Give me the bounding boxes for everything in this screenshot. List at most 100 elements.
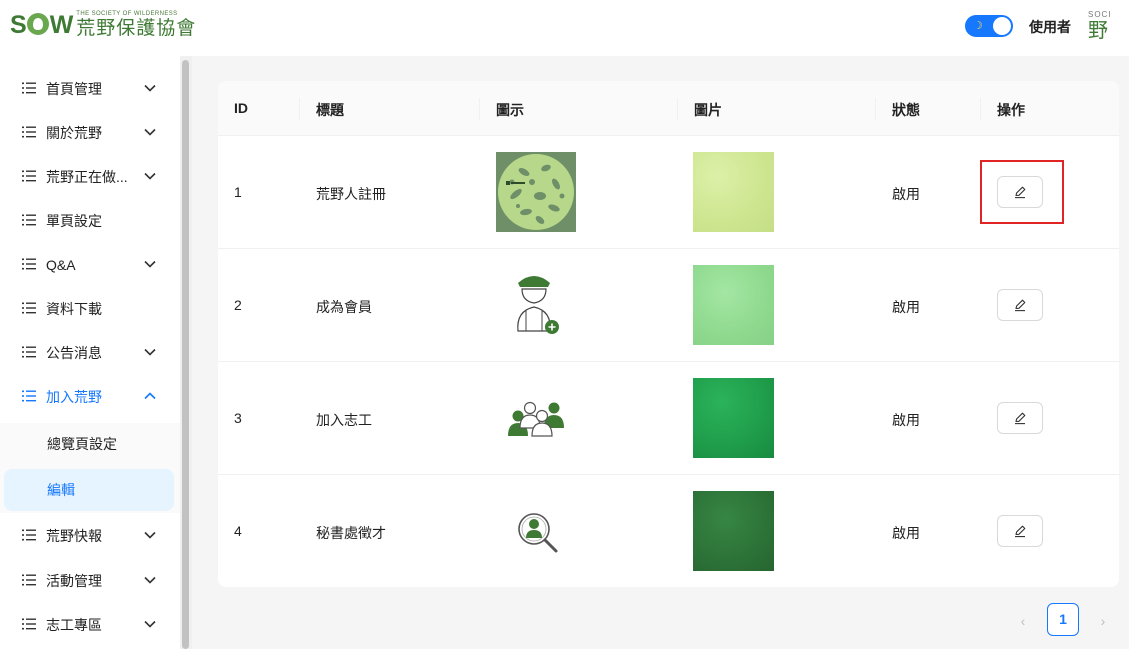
chevron-up-icon [144, 392, 156, 400]
highlight-box [980, 160, 1064, 224]
column-header-picture: 圖片 [694, 102, 722, 118]
column-header-id: ID [234, 100, 248, 116]
sidebar-item-label: 資料下載 [46, 301, 102, 317]
row-picture [693, 152, 774, 232]
row-status: 啟用 [892, 299, 920, 315]
sidebar-item-qa[interactable]: Q&A [0, 243, 180, 287]
sidebar-item-newsletter[interactable]: 荒野快報 [0, 514, 180, 558]
chevron-down-icon [144, 260, 156, 268]
row-picture [693, 378, 774, 458]
chevron-down-icon [144, 531, 156, 539]
column-divider [980, 98, 981, 120]
sidebar-scrollbar-thumb[interactable] [182, 60, 189, 649]
table-row: 1 荒野人註冊 啟用 [218, 136, 1119, 249]
chevron-down-icon [144, 84, 156, 92]
submenu-item-label: 總覽頁設定 [47, 436, 117, 452]
pagination-prev-button[interactable]: ‹ [1013, 609, 1033, 633]
chevron-down-icon [144, 128, 156, 136]
list-icon [22, 574, 36, 586]
table-header: ID 標題 圖示 圖片 狀態 操作 [218, 81, 1119, 136]
submenu-item-edit[interactable]: 編輯 [4, 469, 174, 511]
moon-icon: ☽ [973, 20, 983, 32]
column-divider [677, 98, 678, 120]
sidebar-item-label: 志工專區 [46, 617, 102, 633]
sidebar-item-downloads[interactable]: 資料下載 [0, 287, 180, 331]
sidebar-item-label: 公告消息 [46, 345, 102, 361]
sidebar-item-doing[interactable]: 荒野正在做... [0, 155, 180, 199]
sidebar-item-join[interactable]: 加入荒野 [0, 375, 180, 419]
list-icon [22, 346, 36, 358]
sidebar-item-about[interactable]: 關於荒野 [0, 111, 180, 155]
top-header: SW THE SOCIETY OF WILDERNESS 荒野保護協會 ☽ 使用… [0, 0, 1129, 56]
column-header-icon: 圖示 [496, 102, 524, 118]
sidebar-item-announcements[interactable]: 公告消息 [0, 331, 180, 375]
row-title: 秘書處徵才 [316, 525, 386, 541]
sidebar-item-label: 荒野快報 [46, 528, 102, 544]
sidebar-item-label: 關於荒野 [46, 125, 102, 141]
sidebar-item-events[interactable]: 活動管理 [0, 559, 180, 603]
volunteer-group-icon [508, 401, 564, 437]
user-name[interactable]: 使用者 [1029, 17, 1071, 37]
sidebar-item-home-management[interactable]: 首頁管理 [0, 67, 180, 111]
submenu-item-label: 編輯 [47, 482, 75, 498]
sow-logo[interactable]: SW THE SOCIETY OF WILDERNESS 荒野保護協會 [10, 10, 196, 38]
row-status: 啟用 [892, 525, 920, 541]
chevron-down-icon [144, 576, 156, 584]
logo-mark: SW [10, 11, 73, 39]
list-icon [22, 302, 36, 314]
row-picture [693, 265, 774, 345]
table-row: 4 秘書處徵才 啟用 [218, 475, 1119, 587]
column-header-title: 標題 [316, 102, 344, 118]
sidebar-item-label: 荒野正在做... [46, 169, 128, 185]
edit-button[interactable] [997, 289, 1043, 321]
theme-toggle[interactable]: ☽ [965, 15, 1013, 37]
table-row: 3 加入志工 啟用 [218, 362, 1119, 475]
logo-text: THE SOCIETY OF WILDERNESS 荒野保護協會 [76, 10, 196, 38]
logo-chinese-name: 荒野保護協會 [76, 17, 197, 39]
sidebar-item-label: 單頁設定 [46, 213, 102, 229]
edit-icon [1015, 412, 1026, 425]
chevron-down-icon [144, 348, 156, 356]
column-divider [875, 98, 876, 120]
list-icon [22, 82, 36, 94]
row-status: 啟用 [892, 186, 920, 202]
row-id: 4 [234, 523, 242, 539]
edit-button[interactable] [997, 402, 1043, 434]
row-id: 2 [234, 297, 242, 313]
list-icon [22, 618, 36, 630]
pagination-page-1[interactable]: 1 [1047, 603, 1079, 636]
row-title: 荒野人註冊 [316, 186, 386, 202]
sidebar: 首頁管理 關於荒野 荒野正在做... 單頁設定 Q&A 資料下載 公告消息 加入… [0, 56, 180, 649]
list-icon [22, 214, 36, 226]
edit-button[interactable] [997, 515, 1043, 547]
list-icon [22, 126, 36, 138]
avatar[interactable]: SOCI 野 [1088, 10, 1129, 44]
toggle-knob [993, 17, 1011, 35]
submenu-join: 總覽頁設定 編輯 [0, 423, 180, 513]
pagination-next-button[interactable]: › [1093, 609, 1113, 633]
sidebar-item-volunteer[interactable]: 志工專區 [0, 603, 180, 647]
column-header-status: 狀態 [892, 102, 920, 118]
row-status: 啟用 [892, 412, 920, 428]
sidebar-item-single-page[interactable]: 單頁設定 [0, 199, 180, 243]
column-header-actions: 操作 [997, 102, 1025, 118]
sidebar-item-label: 首頁管理 [46, 81, 102, 97]
sidebar-item-label: 活動管理 [46, 573, 102, 589]
column-divider [479, 98, 480, 120]
list-icon [22, 170, 36, 182]
edit-icon [1015, 525, 1026, 538]
column-divider [299, 98, 300, 120]
table-row: 2 成為會員 啟用 [218, 249, 1119, 362]
recruit-search-icon [518, 513, 558, 553]
data-table: ID 標題 圖示 圖片 狀態 操作 1 荒野人註冊 啟用 2 成為會員 啟用 3… [218, 81, 1119, 587]
chevron-down-icon [144, 172, 156, 180]
list-icon [22, 529, 36, 541]
row-picture [693, 491, 774, 571]
member-add-icon [517, 276, 559, 334]
row-title: 成為會員 [316, 299, 372, 315]
submenu-item-overview-settings[interactable]: 總覽頁設定 [0, 423, 180, 465]
chevron-down-icon [144, 620, 156, 628]
logo-leaf-icon [26, 13, 49, 35]
sidebar-item-label: 加入荒野 [46, 389, 102, 405]
sidebar-item-label: Q&A [46, 257, 76, 273]
